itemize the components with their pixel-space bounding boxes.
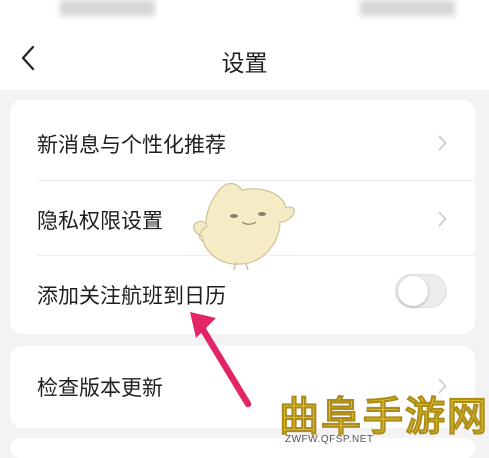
nav-bar: 设置 [0, 30, 489, 90]
blurred-status-info [60, 0, 155, 16]
chevron-right-icon [438, 135, 447, 151]
setting-label: 检查版本更新 [37, 376, 163, 400]
setting-row-notifications[interactable]: 新消息与个性化推荐 [10, 105, 475, 181]
toggle-knob [398, 276, 428, 306]
calendar-toggle[interactable] [395, 274, 447, 308]
status-bar [0, 0, 489, 30]
chevron-right-icon [438, 211, 447, 227]
page-title: 设置 [221, 51, 268, 77]
setting-label: 隐私权限设置 [37, 209, 163, 233]
bird-mascot-icon [193, 182, 295, 270]
blurred-status-icons [360, 0, 455, 16]
watermark: 曲阜手游网 [279, 384, 488, 441]
setting-label: 添加关注航班到日历 [37, 284, 226, 308]
watermark-url: ZWFW.QFSP.NET [285, 434, 374, 445]
setting-label: 新消息与个性化推荐 [37, 133, 226, 157]
pointer-arrow-icon [190, 312, 252, 408]
